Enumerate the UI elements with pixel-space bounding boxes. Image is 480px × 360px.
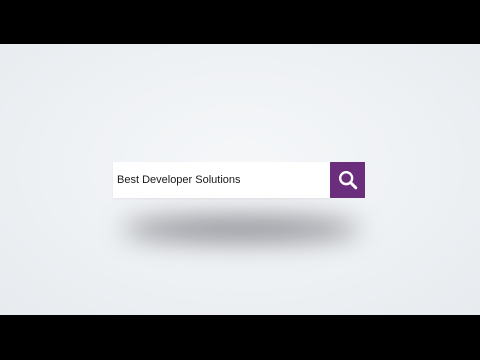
letterbox-bottom bbox=[0, 315, 480, 360]
video-frame: Best Developer Solutions bbox=[0, 44, 480, 315]
search-bar-shadow bbox=[122, 216, 360, 242]
search-input[interactable]: Best Developer Solutions bbox=[113, 162, 330, 198]
search-query-text: Best Developer Solutions bbox=[117, 174, 241, 186]
letterbox-top bbox=[0, 0, 480, 44]
search-bar: Best Developer Solutions bbox=[113, 162, 365, 198]
search-icon bbox=[338, 171, 357, 190]
search-button[interactable] bbox=[330, 162, 365, 198]
